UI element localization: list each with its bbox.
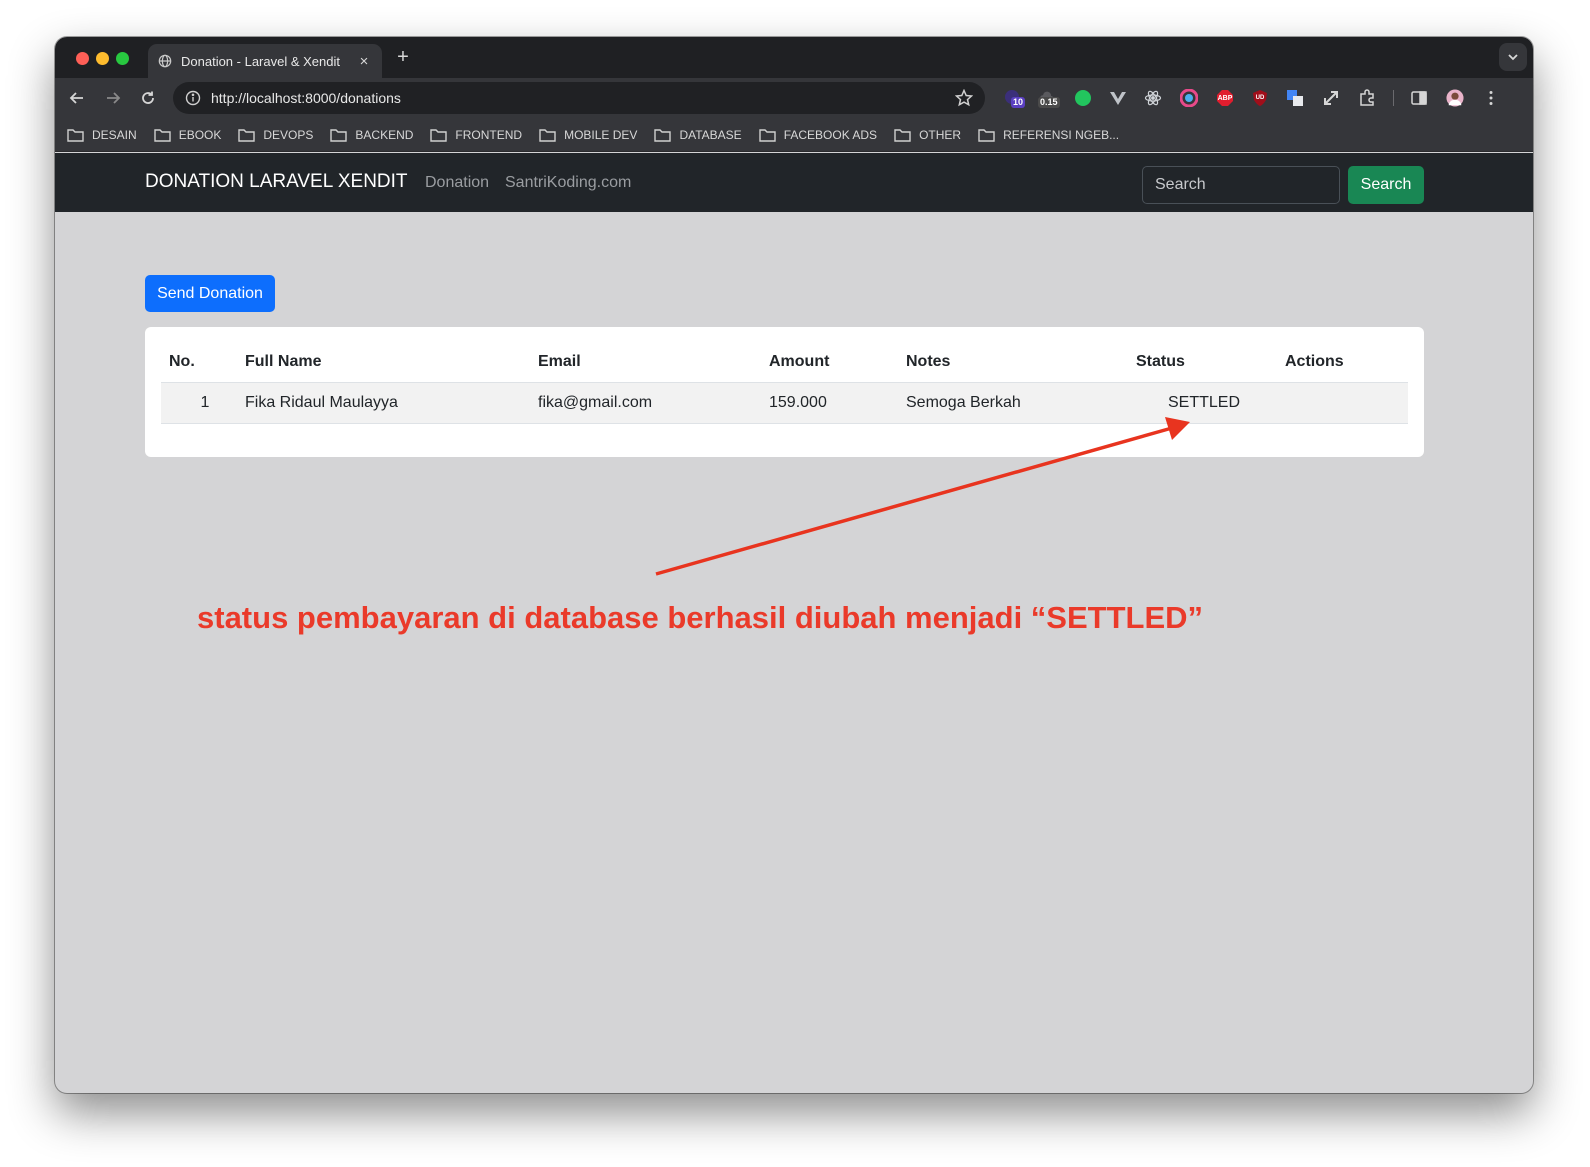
navbar-brand[interactable]: DONATION LARAVEL XENDIT (145, 171, 408, 193)
close-tab-icon[interactable]: × (356, 53, 372, 70)
translate-icon[interactable] (1286, 89, 1304, 107)
header-status: Status (1128, 343, 1277, 383)
color-picker-icon[interactable] (1180, 89, 1198, 107)
browser-window: Donation - Laravel & Xendit × + http://l… (55, 37, 1533, 1093)
bookmark-label: DATABASE (679, 127, 742, 142)
folder-icon (654, 128, 672, 142)
extension-badge: 0.15 (1038, 97, 1060, 108)
cell-notes: Semoga Berkah (898, 382, 1128, 424)
bookmark-label: FRONTEND (455, 127, 523, 142)
bookmark-label: MOBILE DEV (564, 127, 638, 142)
bookmark-label: FACEBOOK ADS (783, 127, 878, 142)
extension-badge: ABP (1217, 94, 1233, 102)
chevron-down-icon (1508, 54, 1518, 61)
close-window-button[interactable] (76, 52, 89, 65)
bookmark-label: DESAIN (92, 127, 137, 142)
header-amount: Amount (761, 343, 898, 383)
adblock-icon[interactable]: ABP (1216, 89, 1234, 107)
folder-icon (238, 128, 256, 142)
globe-icon (158, 54, 172, 68)
bookmark-label: BACKEND (355, 127, 414, 142)
table-row: 1 Fika Ridaul Maulayya fika@gmail.com 15… (161, 382, 1408, 424)
tab-strip: Donation - Laravel & Xendit × + (55, 37, 1533, 78)
search-input[interactable] (1142, 166, 1340, 204)
bookmark-label: EBOOK (178, 127, 222, 142)
extension-badge: UD (1255, 95, 1265, 101)
maximize-window-button[interactable] (116, 52, 129, 65)
bookmark-folder[interactable]: EBOOK (153, 127, 222, 142)
bookmark-folder[interactable]: BACKEND (330, 128, 413, 142)
bookmark-folder[interactable]: MOBILE DEV (539, 128, 637, 142)
header-no: No. (161, 343, 237, 383)
tab-search-button[interactable] (1499, 43, 1527, 71)
tab-title: Donation - Laravel & Xendit (181, 53, 340, 69)
header-actions: Actions (1277, 343, 1408, 383)
address-bar[interactable]: http://localhost:8000/donations (173, 82, 985, 114)
app-navbar: DONATION LARAVEL XENDIT Donation SantriK… (55, 153, 1533, 212)
folder-icon (67, 128, 84, 142)
more-menu-icon[interactable] (1482, 89, 1500, 107)
site-info-icon[interactable] (185, 90, 201, 106)
annotation-text: status pembayaran di database berhasil d… (197, 600, 1204, 635)
puzzle-badge-icon[interactable]: 10 (1004, 89, 1026, 108)
header-notes: Notes (898, 343, 1128, 383)
cloud-metric-icon[interactable]: 0.15 (1038, 89, 1060, 108)
bookmark-folder[interactable]: OTHER (894, 128, 961, 142)
react-devtools-icon[interactable] (1144, 89, 1162, 107)
nav-link-santrikoding[interactable]: SantriKoding.com (505, 174, 631, 192)
folder-icon (758, 128, 776, 142)
vue-devtools-icon[interactable] (1109, 89, 1127, 107)
side-panel-icon[interactable] (1410, 89, 1428, 107)
extension-badge: 10 (1011, 97, 1026, 108)
bookmark-folder[interactable]: REFERENSI NGEB... (978, 128, 1119, 142)
cell-status: SETTLED (1128, 382, 1277, 424)
folder-icon (539, 128, 556, 142)
bookmark-label: REFERENSI NGEB... (1003, 127, 1120, 142)
header-full-name: Full Name (237, 343, 530, 383)
new-tab-button[interactable]: + (392, 46, 414, 69)
bookmark-folder[interactable]: DATABASE (654, 127, 742, 142)
toolbar-divider (1393, 90, 1394, 106)
back-button[interactable] (67, 88, 87, 108)
bookmarks-bar: DESAIN EBOOK DEVOPS BACKEND FRONTEND MOB… (55, 118, 1533, 152)
forward-button[interactable] (103, 88, 123, 108)
expand-icon[interactable] (1322, 89, 1340, 107)
bookmark-folder[interactable]: DESAIN (67, 128, 137, 142)
browser-toolbar: http://localhost:8000/donations 10 0.15 … (55, 78, 1533, 118)
ublock-icon[interactable]: UD (1251, 89, 1269, 107)
avatar[interactable] (1446, 89, 1464, 107)
nav-link-donation[interactable]: Donation (425, 174, 489, 192)
cell-email: fika@gmail.com (530, 382, 761, 424)
donations-card: No. Full Name Email Amount Notes Status … (145, 327, 1424, 457)
folder-icon (894, 128, 911, 142)
table-header-row: No. Full Name Email Amount Notes Status … (161, 343, 1408, 383)
cell-amount: 159.000 (761, 382, 898, 424)
active-tab[interactable]: Donation - Laravel & Xendit × (148, 44, 382, 78)
bookmark-label: OTHER (919, 127, 962, 142)
cell-full-name: Fika Ridaul Maulayya (237, 382, 530, 424)
arrow-left-icon (69, 92, 83, 104)
arrow-right-icon (107, 92, 121, 104)
cell-actions (1277, 382, 1408, 424)
search-button[interactable]: Search (1348, 166, 1424, 204)
bookmark-folder[interactable]: FACEBOOK ADS (758, 127, 878, 142)
donations-table: No. Full Name Email Amount Notes Status … (161, 343, 1408, 424)
cell-no: 1 (161, 382, 237, 424)
bookmark-star-icon[interactable] (955, 89, 973, 107)
folder-icon (978, 128, 995, 142)
folder-icon (153, 128, 171, 142)
folder-icon (330, 128, 348, 142)
extensions-puzzle-icon[interactable] (1358, 89, 1376, 107)
header-email: Email (530, 343, 761, 383)
url-text[interactable]: http://localhost:8000/donations (211, 90, 955, 106)
bookmark-label: DEVOPS (263, 127, 314, 142)
bookmark-folder[interactable]: DEVOPS (238, 128, 313, 142)
folder-icon (430, 128, 448, 142)
bookmark-folder[interactable]: FRONTEND (430, 128, 522, 142)
reload-button[interactable] (138, 88, 158, 108)
reload-icon (142, 91, 154, 104)
green-dot-icon[interactable] (1074, 89, 1092, 107)
send-donation-button[interactable]: Send Donation (145, 275, 275, 312)
minimize-window-button[interactable] (96, 52, 109, 65)
